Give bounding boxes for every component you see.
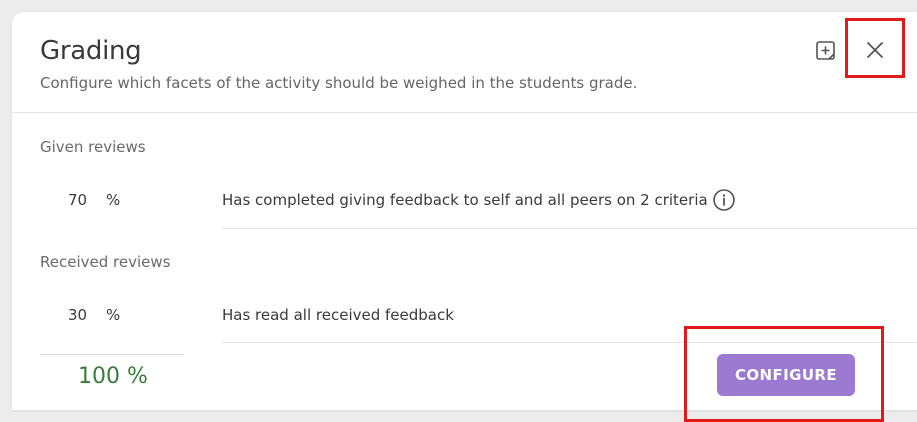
section-label-received-reviews: Received reviews bbox=[40, 253, 171, 271]
header-divider bbox=[12, 112, 917, 113]
total-percent: 100 % bbox=[78, 364, 148, 389]
configure-highlight-box bbox=[684, 326, 884, 422]
note-add-button[interactable] bbox=[813, 38, 839, 64]
note-add-icon bbox=[816, 41, 835, 60]
received-reviews-percent-unit: % bbox=[106, 306, 121, 324]
given-reviews-percent[interactable]: 70 bbox=[68, 191, 87, 209]
received-reviews-percent[interactable]: 30 bbox=[68, 306, 87, 324]
total-divider bbox=[40, 354, 184, 355]
received-reviews-description: Has read all received feedback bbox=[222, 306, 454, 324]
info-icon[interactable] bbox=[712, 188, 736, 212]
given-reviews-percent-unit: % bbox=[106, 191, 121, 209]
given-reviews-divider bbox=[222, 228, 917, 229]
dialog-title: Grading bbox=[40, 36, 142, 66]
section-label-given-reviews: Given reviews bbox=[40, 138, 146, 156]
dialog-subtitle: Configure which facets of the activity s… bbox=[40, 74, 638, 92]
close-highlight-box bbox=[845, 18, 905, 78]
grading-dialog: Grading Configure which facets of the ac… bbox=[12, 12, 917, 422]
given-reviews-description: Has completed giving feedback to self an… bbox=[222, 191, 708, 209]
